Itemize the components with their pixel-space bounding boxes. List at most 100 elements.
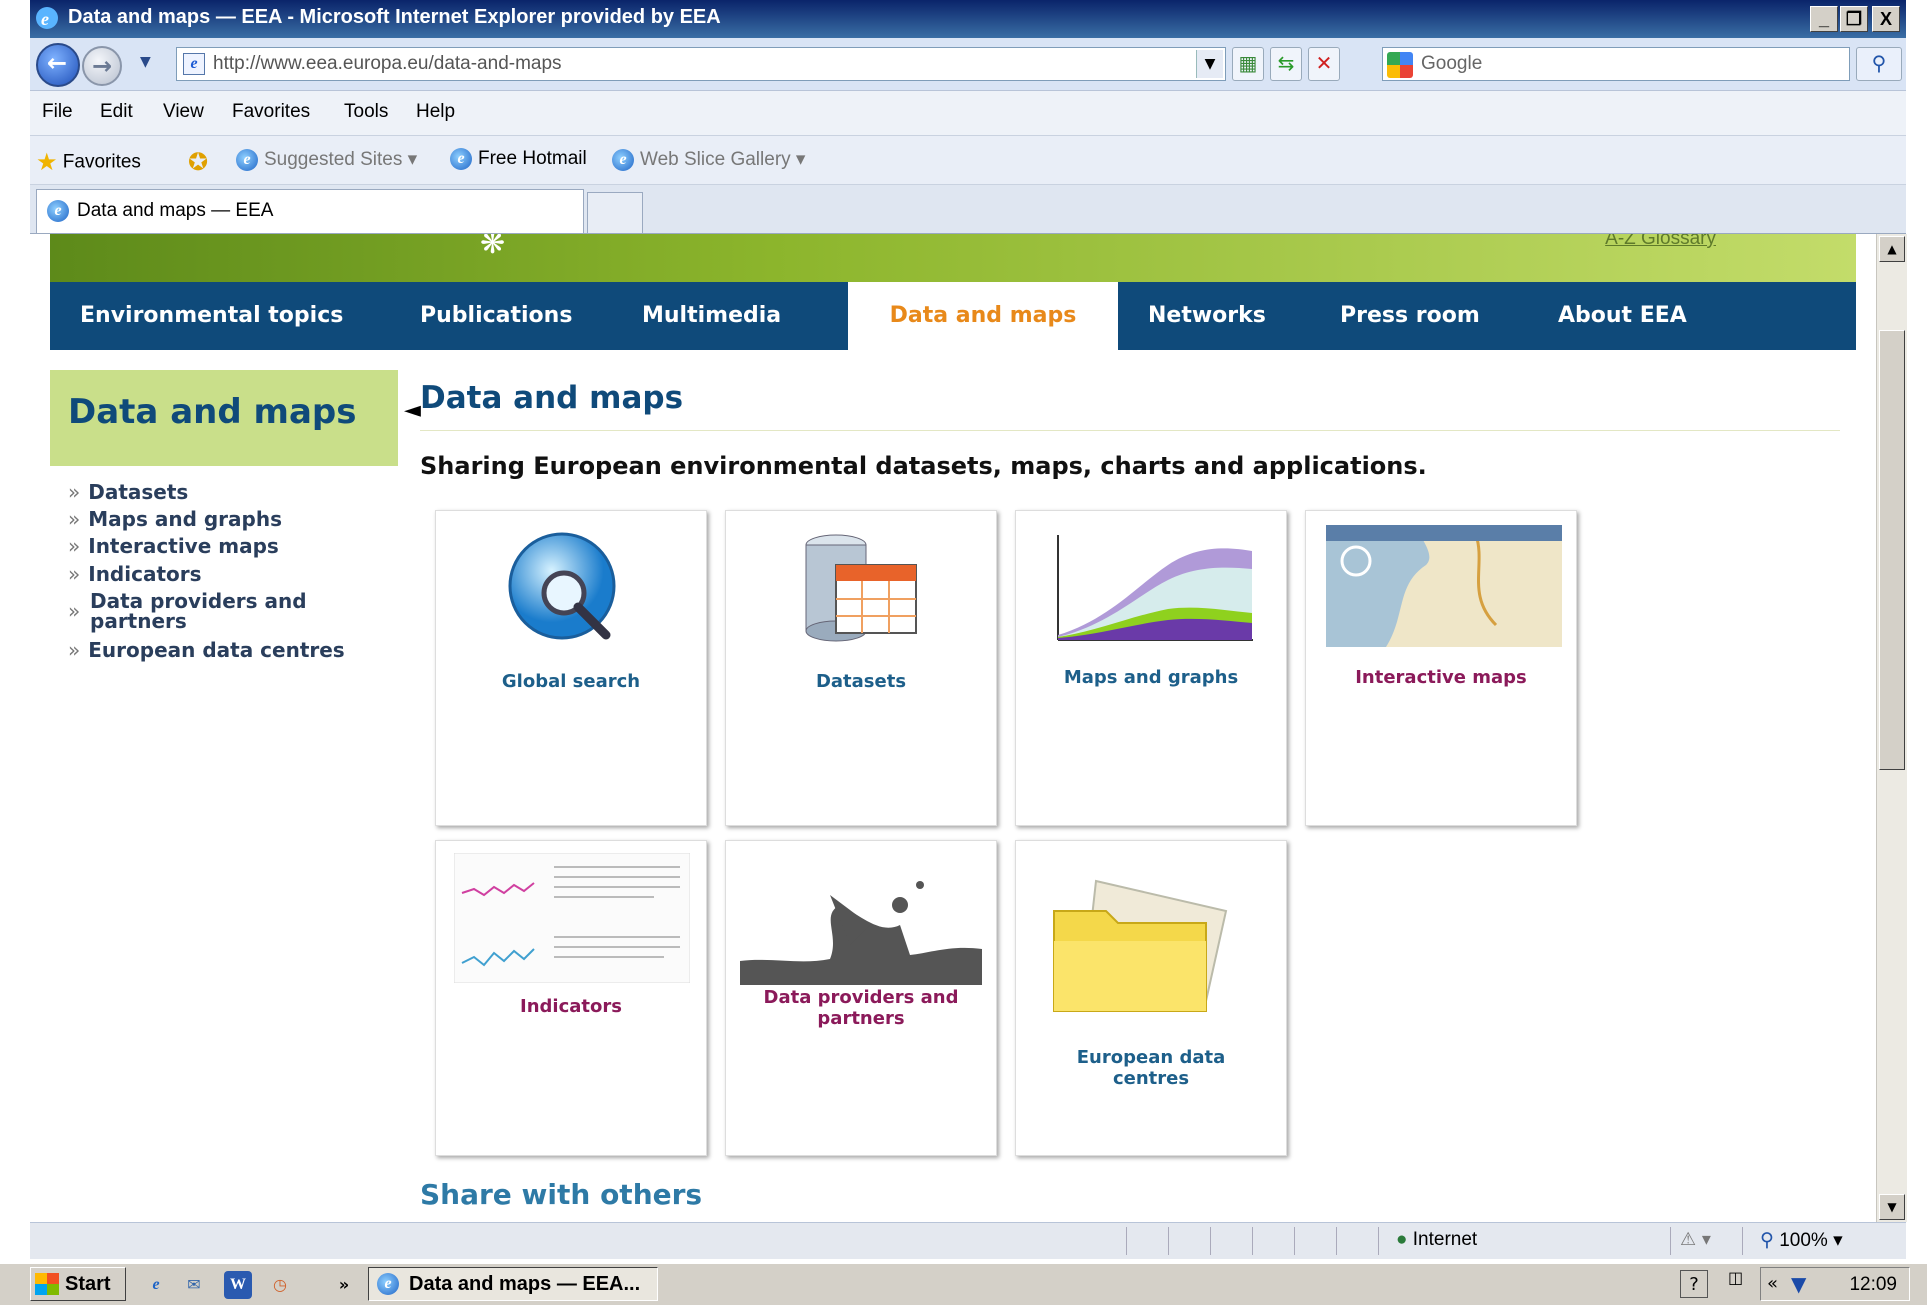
card-indicators[interactable]: Indicators xyxy=(428,835,707,1156)
chevron-right-icon: » xyxy=(68,638,81,662)
scroll-thumb[interactable] xyxy=(1879,330,1905,770)
menu-edit[interactable]: Edit xyxy=(100,101,133,123)
search-button[interactable]: ⚲ xyxy=(1856,47,1902,81)
help-icon[interactable]: ? xyxy=(1680,1270,1708,1298)
menu-help[interactable]: Help xyxy=(416,101,455,123)
taskbar-window-label: Data and maps — EEA... xyxy=(409,1273,641,1295)
ie-icon: e xyxy=(47,200,69,222)
back-button[interactable]: ← xyxy=(36,43,80,87)
refresh-icon[interactable]: ⇆ xyxy=(1270,47,1302,81)
scroll-down-button[interactable]: ▼ xyxy=(1879,1194,1905,1220)
card-label: Maps and graphs xyxy=(1063,667,1239,688)
sidebar-item-data-providers[interactable]: » Data providers and partners xyxy=(68,591,307,631)
scroll-up-button[interactable]: ▲ xyxy=(1879,236,1905,262)
vertical-scrollbar[interactable]: ▲ ▼ xyxy=(1876,234,1907,1222)
nav-about-eea[interactable]: About EEA xyxy=(1558,282,1687,350)
share-heading: Share with others xyxy=(420,1178,703,1211)
sidebar-item-datasets[interactable]: » Datasets xyxy=(68,482,188,502)
tab-data-and-maps[interactable]: e Data and maps — EEA xyxy=(36,189,584,233)
card-data-providers[interactable]: Data providers and partners xyxy=(718,835,997,1156)
card-maps-and-graphs[interactable]: Maps and graphs xyxy=(1008,505,1287,826)
window-title: Data and maps — EEA - Microsoft Internet… xyxy=(68,6,721,28)
status-divider xyxy=(1378,1227,1379,1255)
sidebar-item-label: European data centres xyxy=(88,638,345,662)
status-bar: ● Internet ⚠ ▾ ⚲ 100% ▾ xyxy=(30,1222,1906,1259)
history-dropdown-icon[interactable]: ▼ xyxy=(140,54,151,70)
status-divider xyxy=(1294,1227,1295,1255)
ie-icon: e xyxy=(450,148,472,170)
sidebar-arrow-icon: ◄ xyxy=(404,398,421,423)
compatibility-view-icon[interactable]: ▦ xyxy=(1232,47,1264,81)
security-zone[interactable]: ● Internet xyxy=(1396,1229,1477,1251)
sidebar-item-maps-and-graphs[interactable]: » Maps and graphs xyxy=(68,509,282,529)
folder-icon xyxy=(1053,879,1228,1012)
menu-file[interactable]: File xyxy=(42,101,73,123)
sidebar-item-indicators[interactable]: » Indicators xyxy=(68,564,202,584)
nav-multimedia[interactable]: Multimedia xyxy=(642,282,781,350)
quicklaunch-clock-icon[interactable]: ◷ xyxy=(266,1271,294,1299)
network-icon[interactable]: ◫ xyxy=(1728,1268,1743,1287)
address-dropdown-icon[interactable]: ▼ xyxy=(1196,50,1223,78)
page-subtitle: Sharing European environmental datasets,… xyxy=(420,452,1427,480)
search-input[interactable]: Google xyxy=(1421,53,1482,75)
quicklaunch-ie-icon[interactable]: e xyxy=(142,1271,170,1299)
quicklaunch-word-icon[interactable]: W xyxy=(224,1271,252,1299)
glossary-link[interactable]: A-Z Glossary xyxy=(1605,234,1716,250)
taskbar-window-button[interactable]: e Data and maps — EEA... xyxy=(368,1267,658,1301)
card-global-search[interactable]: Global search xyxy=(428,505,707,826)
web-slice-gallery-link[interactable]: e Web Slice Gallery ▾ xyxy=(612,148,805,171)
nav-press-room[interactable]: Press room xyxy=(1340,282,1480,350)
add-favorites-icon[interactable]: ✪ xyxy=(188,148,208,177)
nav-environmental-topics[interactable]: Environmental topics xyxy=(80,282,343,350)
card-label: Data providers and partners xyxy=(763,987,959,1029)
card-interactive-maps[interactable]: Interactive maps xyxy=(1298,505,1577,826)
main-navigation: Environmental topics Publications Multim… xyxy=(50,282,1856,350)
antivirus-shield-icon[interactable]: ▼ xyxy=(1791,1272,1806,1296)
search-box[interactable]: Google xyxy=(1382,47,1850,81)
satellite-dish-silhouette-icon xyxy=(740,881,982,985)
globe-icon: ● xyxy=(1396,1229,1408,1250)
sidebar-item-european-data-centres[interactable]: » European data centres xyxy=(68,640,345,660)
favorites-button[interactable]: ★ Favorites xyxy=(36,148,141,177)
nav-networks[interactable]: Networks xyxy=(1148,282,1266,350)
close-window-button[interactable]: X xyxy=(1872,6,1900,32)
favorites-star-icon: ★ xyxy=(36,149,58,176)
status-divider xyxy=(1336,1227,1337,1255)
zoom-icon: ⚲ xyxy=(1760,1230,1774,1251)
stop-icon[interactable]: ✕ xyxy=(1308,47,1340,81)
header-banner: ❋ A-Z Glossary xyxy=(50,234,1856,282)
status-divider xyxy=(1126,1227,1127,1255)
sidebar-heading: Data and maps xyxy=(68,392,357,432)
clock: 12:09 xyxy=(1849,1274,1897,1295)
start-button[interactable]: Start xyxy=(30,1267,126,1301)
card-datasets[interactable]: Datasets xyxy=(718,505,997,826)
protected-mode-icon[interactable]: ⚠ ▾ xyxy=(1680,1229,1711,1250)
menu-favorites[interactable]: Favorites xyxy=(232,101,310,123)
sidebar-item-label: Maps and graphs xyxy=(88,507,282,531)
free-hotmail-label: Free Hotmail xyxy=(478,148,587,170)
maximize-button[interactable]: ❐ xyxy=(1840,6,1868,32)
address-input[interactable]: http://www.eea.europa.eu/data-and-maps xyxy=(213,53,562,75)
title-divider xyxy=(420,430,1840,431)
suggested-sites-link[interactable]: e Suggested Sites ▾ xyxy=(236,148,417,171)
quicklaunch-more-icon[interactable]: » xyxy=(334,1271,354,1299)
zoom-control[interactable]: ⚲ 100% ▾ xyxy=(1760,1229,1843,1252)
address-bar[interactable]: e http://www.eea.europa.eu/data-and-maps… xyxy=(176,47,1226,81)
card-european-data-centres[interactable]: European data centres xyxy=(1008,835,1287,1156)
forward-arrow-icon: → xyxy=(92,52,113,80)
chevron-right-icon: » xyxy=(68,562,81,586)
new-tab-button[interactable] xyxy=(587,192,643,233)
minimize-button[interactable]: _ xyxy=(1810,6,1838,32)
tray-expand-icon[interactable]: « xyxy=(1767,1273,1778,1294)
menu-view[interactable]: View xyxy=(163,101,204,123)
free-hotmail-link[interactable]: e Free Hotmail xyxy=(450,148,587,170)
card-label: European data centres xyxy=(1076,1047,1226,1089)
quicklaunch-outlook-icon[interactable]: ✉ xyxy=(180,1271,208,1299)
eea-logo-icon: ❋ xyxy=(480,234,506,261)
sidebar-item-interactive-maps[interactable]: » Interactive maps xyxy=(68,536,279,556)
nav-data-and-maps[interactable]: Data and maps xyxy=(848,282,1118,350)
nav-publications[interactable]: Publications xyxy=(420,282,572,350)
forward-button[interactable]: → xyxy=(82,46,122,86)
menu-tools[interactable]: Tools xyxy=(344,101,388,123)
start-label: Start xyxy=(65,1273,111,1295)
